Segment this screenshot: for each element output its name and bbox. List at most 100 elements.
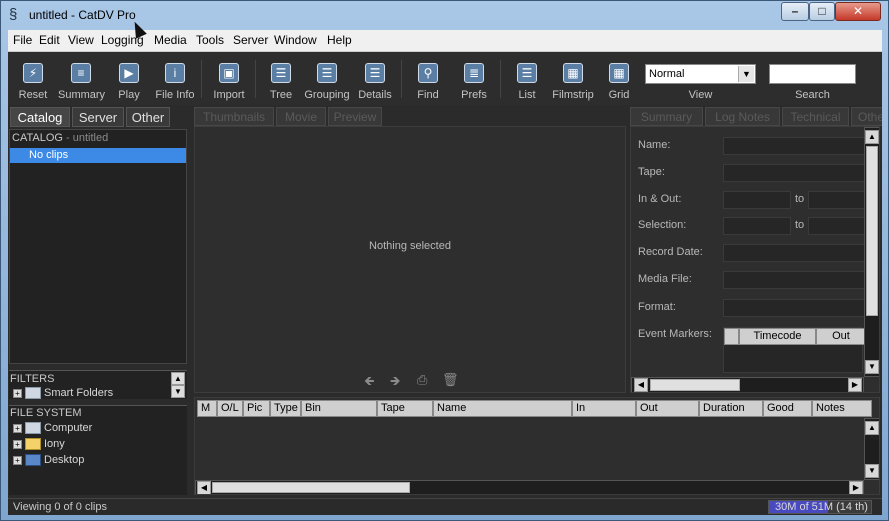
tab-catalog[interactable]: Catalog: [10, 107, 70, 127]
scroll-down-button[interactable]: ▼: [865, 360, 879, 374]
reset-button[interactable]: ⚡ Reset: [18, 58, 48, 104]
tree-button[interactable]: ☰ Tree: [266, 58, 296, 104]
scroll-left-button[interactable]: ◀: [634, 378, 648, 392]
chevron-down-icon[interactable]: ▼: [738, 66, 754, 82]
close-button[interactable]: ✕: [835, 2, 881, 21]
scroll-thumb[interactable]: [212, 482, 410, 493]
tab-other-info[interactable]: Othe: [851, 107, 882, 126]
menu-edit[interactable]: Edit: [39, 33, 60, 47]
name-field[interactable]: [723, 137, 873, 155]
event-markers-column-header[interactable]: Out: [816, 328, 866, 345]
tab-log-notes[interactable]: Log Notes: [705, 107, 780, 126]
tape-field[interactable]: [723, 164, 873, 182]
tab-technical[interactable]: Technical: [782, 107, 849, 126]
info-vertical-scrollbar[interactable]: ▲ ▼: [864, 127, 879, 377]
expand-icon[interactable]: +: [13, 455, 22, 465]
import-button[interactable]: ▣ Import: [213, 58, 245, 104]
menu-media[interactable]: Media: [154, 33, 187, 47]
menu-view[interactable]: View: [68, 33, 94, 47]
column-header-bin[interactable]: Bin: [301, 400, 377, 417]
scroll-down-button[interactable]: ▼: [865, 464, 879, 478]
scroll-down-button[interactable]: ▼: [171, 385, 185, 398]
summary-button[interactable]: ≡ Summary: [58, 58, 105, 104]
filters-title: FILTERS: [10, 373, 55, 385]
maximize-button[interactable]: □: [809, 2, 835, 21]
event-markers-label: Event Markers:: [638, 328, 712, 340]
minimize-button[interactable]: –: [781, 2, 809, 21]
selection-in-field[interactable]: [723, 217, 791, 235]
grid-button[interactable]: ▦ Grid: [604, 58, 634, 104]
table-horizontal-scrollbar[interactable]: ◀ ▶: [195, 480, 864, 494]
capture-icon[interactable]: ⎙: [417, 372, 427, 388]
expand-icon[interactable]: +: [13, 439, 22, 449]
scroll-thumb[interactable]: [866, 146, 878, 316]
menu-server[interactable]: Server: [233, 33, 268, 47]
details-button[interactable]: ☰ Details: [358, 58, 392, 104]
scroll-right-button[interactable]: ▶: [848, 378, 862, 392]
prefs-label: Prefs: [461, 89, 487, 101]
tree-item-desktop[interactable]: + Desktop: [13, 454, 84, 467]
menu-tools[interactable]: Tools: [196, 33, 224, 47]
column-header-duration[interactable]: Duration: [699, 400, 763, 417]
expand-icon[interactable]: +: [13, 423, 22, 433]
memory-indicator[interactable]: 30M of 51M (14 th): [768, 500, 872, 514]
tree-item-smart-folders[interactable]: + Smart Folders: [13, 387, 113, 400]
grouping-button[interactable]: ☰ Grouping: [304, 58, 350, 104]
tab-other[interactable]: Other: [126, 107, 170, 127]
column-header-m[interactable]: M: [197, 400, 217, 417]
column-header-ol[interactable]: O/L: [217, 400, 243, 417]
find-button[interactable]: ⚲ Find: [413, 58, 443, 104]
tab-thumbnails[interactable]: Thumbnails: [194, 107, 274, 126]
tree-item-iony[interactable]: + Iony: [13, 438, 65, 451]
tree-item-computer[interactable]: + Computer: [13, 422, 92, 435]
tab-movie[interactable]: Movie: [276, 107, 326, 126]
scroll-up-button[interactable]: ▲: [171, 372, 185, 385]
filmstrip-button[interactable]: ▦ Filmstrip: [552, 58, 594, 104]
play-button[interactable]: ▶ Play: [114, 58, 144, 104]
toolbar-separator: [255, 60, 256, 98]
arrow-right-icon[interactable]: 🡺: [390, 372, 401, 394]
column-header-name[interactable]: Name: [433, 400, 572, 417]
prefs-button[interactable]: ≣ Prefs: [459, 58, 489, 104]
column-header-in[interactable]: In: [572, 400, 636, 417]
record-date-field[interactable]: [723, 244, 873, 262]
search-input[interactable]: [769, 64, 856, 84]
tab-server[interactable]: Server: [72, 107, 124, 127]
scroll-right-button[interactable]: ▶: [849, 481, 863, 494]
menu-help[interactable]: Help: [327, 33, 352, 47]
info-horizontal-scrollbar[interactable]: ◀ ▶: [631, 377, 864, 392]
column-header-tape[interactable]: Tape: [377, 400, 433, 417]
summary-label: Summary: [58, 89, 106, 101]
column-header-type[interactable]: Type: [270, 400, 301, 417]
arrow-left-icon[interactable]: 🡸: [364, 372, 375, 394]
event-markers-column-header[interactable]: Timecode: [739, 328, 816, 345]
column-header-notes[interactable]: Notes: [812, 400, 872, 417]
computer-folder-icon: [25, 422, 41, 435]
expand-icon[interactable]: +: [13, 388, 22, 398]
tab-preview[interactable]: Preview: [328, 107, 382, 126]
menu-window[interactable]: Window: [274, 33, 317, 47]
scroll-up-button[interactable]: ▲: [865, 130, 879, 144]
media-file-field[interactable]: [723, 271, 873, 289]
scroll-thumb[interactable]: [650, 379, 740, 391]
trash-icon[interactable]: 🗑: [442, 372, 459, 388]
file-info-button[interactable]: i File Info: [155, 58, 195, 104]
tab-summary[interactable]: Summary: [630, 107, 703, 126]
view-select[interactable]: Normal ▼: [645, 64, 756, 84]
list-button[interactable]: ☰ List: [512, 58, 542, 104]
table-vertical-scrollbar[interactable]: ▲ ▼: [864, 418, 879, 480]
file-info-label: File Info: [155, 89, 195, 101]
menu-file[interactable]: File: [13, 33, 32, 47]
play-icon: ▶: [119, 63, 139, 83]
catalog-item-no-clips[interactable]: No clips: [10, 148, 186, 163]
in-field[interactable]: [723, 191, 791, 209]
scroll-up-button[interactable]: ▲: [865, 421, 879, 435]
format-field[interactable]: [723, 299, 873, 317]
column-header-good[interactable]: Good: [763, 400, 812, 417]
event-markers-column-header[interactable]: [724, 328, 739, 345]
tape-label: Tape:: [638, 166, 665, 178]
column-header-out[interactable]: Out: [636, 400, 699, 417]
left-tab-bar: Catalog Server Other: [8, 106, 188, 127]
column-header-pic[interactable]: Pic: [243, 400, 270, 417]
scroll-left-button[interactable]: ◀: [197, 481, 211, 494]
